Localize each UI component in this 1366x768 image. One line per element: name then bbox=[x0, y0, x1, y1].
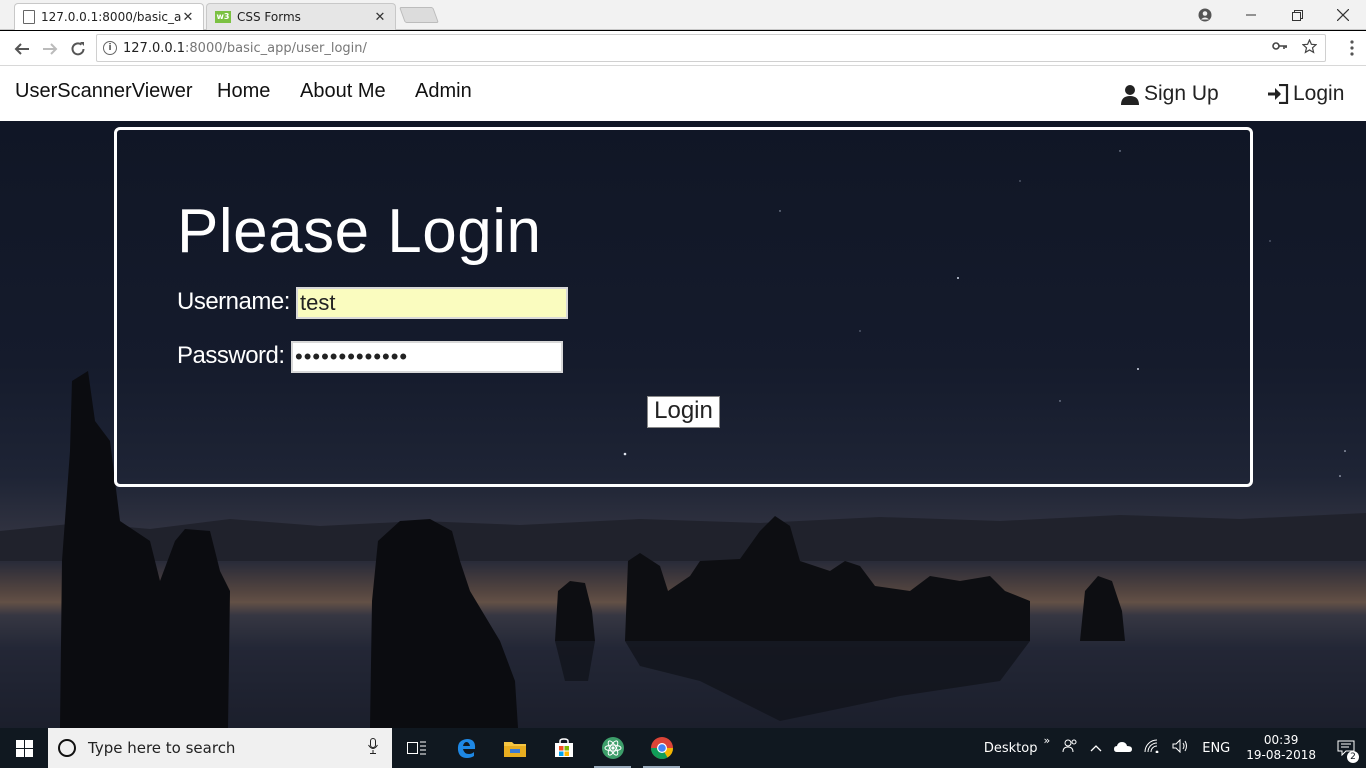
login-label: Login bbox=[1293, 82, 1345, 105]
login-link[interactable]: Login bbox=[1267, 82, 1344, 106]
password-label: Password: bbox=[177, 342, 285, 369]
profile-icon[interactable] bbox=[1182, 0, 1228, 30]
people-icon[interactable] bbox=[1062, 738, 1078, 758]
taskbar-search-input[interactable]: Type here to search bbox=[48, 728, 392, 768]
url-path: :8000/basic_app/user_login/ bbox=[185, 40, 367, 56]
system-tray: Desktop » ENG 00:39 19-08-2018 2 bbox=[978, 728, 1366, 768]
site-info-icon[interactable]: i bbox=[103, 41, 117, 55]
tab-css-forms[interactable]: w3 CSS Forms ✕ bbox=[206, 3, 396, 30]
nav-about-link[interactable]: About Me bbox=[300, 80, 386, 103]
action-center-icon[interactable]: 2 bbox=[1326, 728, 1366, 768]
browser-toolbar: i 127.0.0.1:8000/basic_app/user_login/ bbox=[0, 31, 1366, 66]
chevron-double-right-icon[interactable]: » bbox=[1044, 734, 1051, 747]
volume-icon[interactable] bbox=[1172, 738, 1190, 757]
close-tab-icon[interactable]: ✕ bbox=[373, 10, 387, 25]
onedrive-cloud-icon[interactable] bbox=[1114, 741, 1133, 756]
tab-title: 127.0.0.1:8000/basic_app bbox=[41, 10, 181, 24]
store-icon[interactable] bbox=[539, 728, 588, 768]
back-arrow-icon[interactable] bbox=[10, 37, 34, 61]
edge-browser-icon[interactable] bbox=[441, 728, 490, 768]
atom-editor-icon[interactable] bbox=[588, 728, 637, 768]
task-view-icon[interactable] bbox=[392, 728, 441, 768]
desktop-toolbar-label[interactable]: Desktop bbox=[984, 741, 1038, 756]
password-input[interactable]: ••••••••••••• bbox=[291, 341, 563, 373]
forward-arrow-icon[interactable] bbox=[38, 37, 62, 61]
notification-count-badge: 2 bbox=[1347, 751, 1359, 763]
chrome-icon[interactable] bbox=[637, 728, 686, 768]
address-bar[interactable]: i 127.0.0.1:8000/basic_app/user_login/ bbox=[96, 34, 1326, 62]
bookmark-star-icon[interactable] bbox=[1301, 38, 1318, 58]
browser-menu-icon[interactable] bbox=[1350, 40, 1354, 56]
site-navbar: UserScannerViewer Home About Me Admin Si… bbox=[0, 66, 1366, 121]
site-brand-link[interactable]: UserScannerViewer bbox=[15, 80, 193, 103]
browser-tab-strip: 127.0.0.1:8000/basic_app ✕ w3 CSS Forms … bbox=[0, 0, 1366, 30]
input-language-indicator[interactable]: ENG bbox=[1202, 741, 1230, 756]
wifi-icon[interactable] bbox=[1144, 739, 1160, 757]
login-panel: Please Login Username: test Password: ••… bbox=[114, 127, 1253, 487]
login-submit-button[interactable]: Login bbox=[647, 396, 720, 428]
username-label: Username: bbox=[177, 288, 290, 315]
new-tab-button[interactable] bbox=[399, 7, 439, 23]
sign-up-link[interactable]: Sign Up bbox=[1120, 82, 1219, 106]
windows-start-icon[interactable] bbox=[0, 728, 48, 768]
user-icon bbox=[1120, 84, 1140, 105]
nav-home-link[interactable]: Home bbox=[217, 80, 270, 103]
reload-icon[interactable] bbox=[66, 37, 90, 61]
restore-icon[interactable] bbox=[1274, 0, 1320, 30]
close-window-icon[interactable] bbox=[1320, 0, 1366, 30]
w3schools-icon: w3 bbox=[215, 11, 231, 23]
windows-taskbar: Type here to search Desktop » ENG 00:39 … bbox=[0, 728, 1366, 768]
tab-basic-app[interactable]: 127.0.0.1:8000/basic_app ✕ bbox=[14, 3, 204, 30]
page-title: Please Login bbox=[177, 197, 542, 266]
system-clock[interactable]: 00:39 19-08-2018 bbox=[1246, 733, 1316, 763]
file-explorer-icon[interactable] bbox=[490, 728, 539, 768]
sign-up-label: Sign Up bbox=[1144, 82, 1219, 105]
username-input[interactable]: test bbox=[296, 287, 568, 319]
clock-date: 19-08-2018 bbox=[1246, 748, 1316, 762]
chevron-up-icon[interactable] bbox=[1090, 741, 1102, 756]
nav-admin-link[interactable]: Admin bbox=[415, 80, 472, 103]
tab-title: CSS Forms bbox=[237, 10, 301, 24]
close-tab-icon[interactable]: ✕ bbox=[181, 10, 195, 25]
clock-time: 00:39 bbox=[1263, 733, 1299, 747]
log-in-icon bbox=[1267, 84, 1289, 104]
microphone-icon[interactable] bbox=[368, 738, 378, 758]
search-placeholder: Type here to search bbox=[88, 739, 236, 757]
minimize-icon[interactable] bbox=[1228, 0, 1274, 30]
key-icon[interactable] bbox=[1272, 39, 1288, 58]
web-page: UserScannerViewer Home About Me Admin Si… bbox=[0, 66, 1366, 728]
cortana-icon bbox=[58, 739, 76, 757]
page-icon bbox=[23, 10, 35, 24]
url-host: 127.0.0.1 bbox=[123, 40, 186, 56]
